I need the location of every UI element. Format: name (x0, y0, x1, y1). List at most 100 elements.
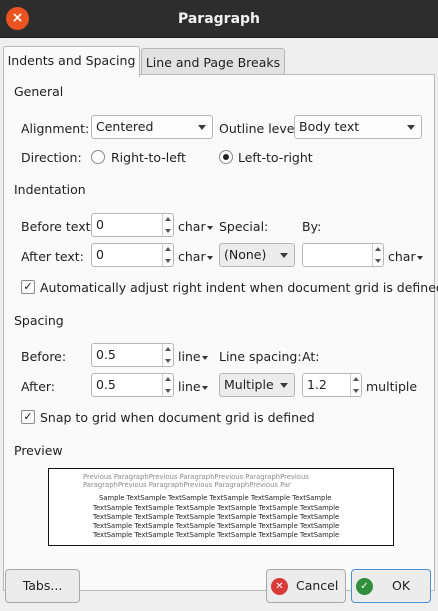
section-preview: Preview (14, 443, 63, 458)
cancel-icon: ✕ (271, 578, 288, 595)
preview-sample-line: Sample TextSample TextSample TextSample … (99, 494, 332, 502)
by-spinner[interactable] (302, 243, 384, 267)
section-indentation: Indentation (14, 182, 86, 197)
section-general: General (14, 84, 64, 99)
at-value: 1.2 (307, 377, 327, 392)
paragraph-dialog: Indents and Spacing Line and Page Breaks… (0, 38, 438, 611)
arrow-up-icon (165, 347, 171, 351)
outline-level-label: Outline level: (219, 121, 303, 136)
chevron-down-icon (280, 253, 288, 258)
outline-level-dropdown[interactable]: Body text (294, 115, 422, 139)
spacing-before-unit[interactable]: line (178, 349, 208, 364)
chevron-down-icon (201, 385, 208, 390)
window-title: Paragraph (177, 11, 261, 27)
tab-label: Line and Page Breaks (145, 55, 281, 70)
alignment-dropdown[interactable]: Centered (91, 115, 213, 139)
chevron-down-icon (206, 255, 213, 260)
arrow-down-icon (165, 359, 171, 363)
snap-to-grid-label: Snap to grid when document grid is defin… (40, 410, 315, 425)
line-spacing-label: Line spacing: (219, 349, 302, 364)
spacing-after-unit[interactable]: line (178, 379, 208, 394)
unit-label: line (178, 379, 201, 394)
spacing-before-label: Before: (21, 349, 67, 364)
arrow-down-icon (375, 259, 381, 263)
line-spacing-value: Multiple (224, 377, 274, 392)
arrow-up-icon (165, 247, 171, 251)
alignment-label: Alignment: (21, 121, 90, 136)
unit-label: line (178, 349, 201, 364)
spin-arrows[interactable] (350, 374, 361, 396)
unit-label: char (178, 219, 206, 234)
section-spacing: Spacing (14, 313, 64, 328)
spacing-before-spinner[interactable]: 0.5 (91, 343, 174, 367)
spin-arrows[interactable] (162, 214, 173, 236)
after-text-label: After text: (21, 249, 84, 264)
after-text-unit[interactable]: char (178, 249, 213, 264)
before-text-unit[interactable]: char (178, 219, 213, 234)
ok-button[interactable]: ✓ OK (351, 569, 431, 603)
spin-arrows[interactable] (162, 374, 173, 396)
preview-sample-line: TextSample TextSample TextSample TextSam… (93, 504, 340, 512)
cancel-button[interactable]: ✕ Cancel (266, 569, 346, 603)
spin-arrows[interactable] (372, 244, 383, 266)
chevron-down-icon (198, 125, 206, 130)
special-label: Special: (219, 219, 269, 234)
before-text-spinner[interactable]: 0 (91, 213, 174, 237)
unit-label: char (178, 249, 206, 264)
preview-box: Previous ParagraphPrevious ParagraphPrev… (48, 468, 394, 546)
tab-panel: General Alignment: Centered Outline leve… (3, 74, 438, 591)
arrow-down-icon (165, 259, 171, 263)
alignment-value: Centered (96, 119, 154, 134)
tab-line-and-page-breaks[interactable]: Line and Page Breaks (141, 48, 285, 77)
auto-adjust-checkbox[interactable]: ✓ (21, 280, 35, 294)
arrow-down-icon (165, 389, 171, 393)
after-text-spinner[interactable]: 0 (91, 243, 174, 267)
chevron-down-icon (206, 225, 213, 230)
tabs-button-label: Tabs... (22, 578, 63, 593)
ltr-label: Left-to-right (238, 150, 313, 165)
tab-label: Indents and Spacing (7, 53, 136, 68)
before-text-label: Before text: (21, 219, 95, 234)
title-bar: × Paragraph (0, 0, 438, 38)
at-label: At: (302, 349, 320, 364)
tab-indents-and-spacing[interactable]: Indents and Spacing (3, 46, 140, 77)
before-text-value: 0 (96, 217, 104, 232)
ok-button-label: OK (392, 578, 411, 593)
direction-label: Direction: (21, 150, 82, 165)
outline-level-value: Body text (299, 119, 360, 134)
by-unit[interactable]: char (388, 249, 423, 264)
at-spinner[interactable]: 1.2 (302, 373, 362, 397)
tabs-button[interactable]: Tabs... (5, 569, 80, 603)
unit-label: char (388, 249, 416, 264)
spin-arrows[interactable] (162, 244, 173, 266)
chevron-down-icon (280, 383, 288, 388)
chevron-down-icon (407, 125, 415, 130)
cancel-button-label: Cancel (296, 578, 339, 593)
arrow-down-icon (353, 389, 359, 393)
arrow-up-icon (165, 377, 171, 381)
preview-sample-line: TextSample TextSample TextSample TextSam… (93, 522, 340, 530)
chevron-down-icon (201, 355, 208, 360)
rtl-radio[interactable] (91, 150, 105, 164)
spin-arrows[interactable] (162, 344, 173, 366)
special-value: (None) (224, 247, 267, 262)
spacing-before-value: 0.5 (96, 347, 116, 362)
preview-sample-line: TextSample TextSample TextSample TextSam… (93, 531, 340, 539)
special-dropdown[interactable]: (None) (219, 243, 295, 267)
chevron-down-icon (416, 255, 423, 260)
ltr-radio[interactable] (219, 150, 233, 164)
preview-sample-line: TextSample TextSample TextSample TextSam… (93, 513, 340, 521)
after-text-value: 0 (96, 247, 104, 262)
by-label: By: (302, 219, 322, 234)
spacing-after-spinner[interactable]: 0.5 (91, 373, 174, 397)
spacing-after-value: 0.5 (96, 377, 116, 392)
at-unit: multiple (366, 379, 418, 394)
arrow-down-icon (165, 229, 171, 233)
preview-previous-line: ParagraphPrevious ParagraphPrevious Para… (83, 481, 291, 489)
arrow-up-icon (165, 217, 171, 221)
spacing-after-label: After: (21, 379, 56, 394)
checkmark-icon: ✓ (356, 578, 373, 595)
arrow-up-icon (375, 247, 381, 251)
line-spacing-dropdown[interactable]: Multiple (219, 373, 295, 397)
snap-to-grid-checkbox[interactable]: ✓ (21, 410, 35, 424)
